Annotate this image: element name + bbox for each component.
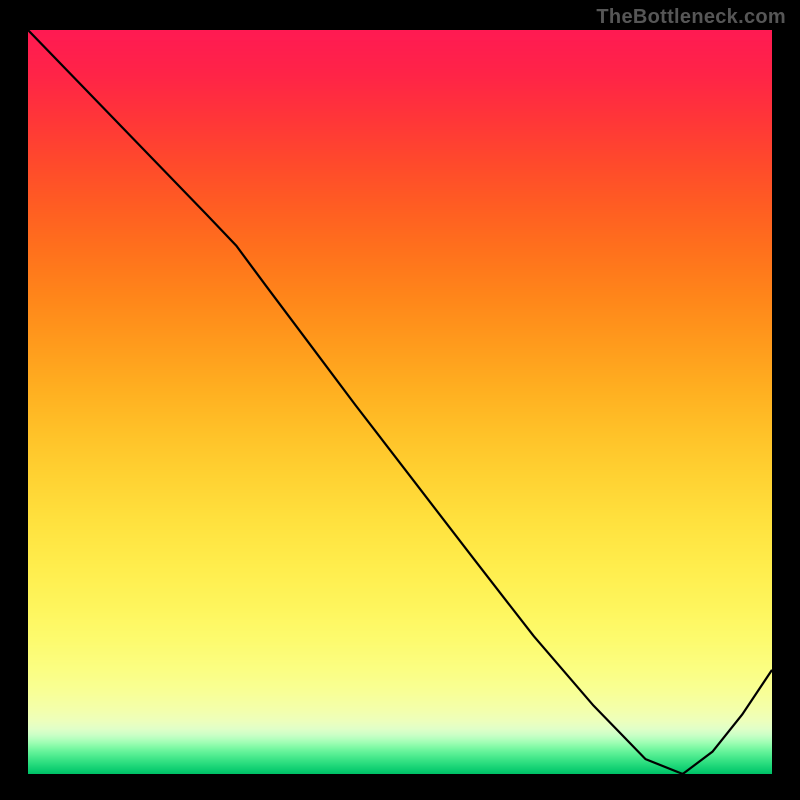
watermark-text: TheBottleneck.com bbox=[596, 6, 786, 29]
curve-overlay bbox=[28, 30, 772, 774]
plot-area bbox=[28, 30, 772, 774]
chart-stage: TheBottleneck.com bbox=[0, 0, 800, 800]
bottleneck-curve bbox=[28, 30, 772, 774]
